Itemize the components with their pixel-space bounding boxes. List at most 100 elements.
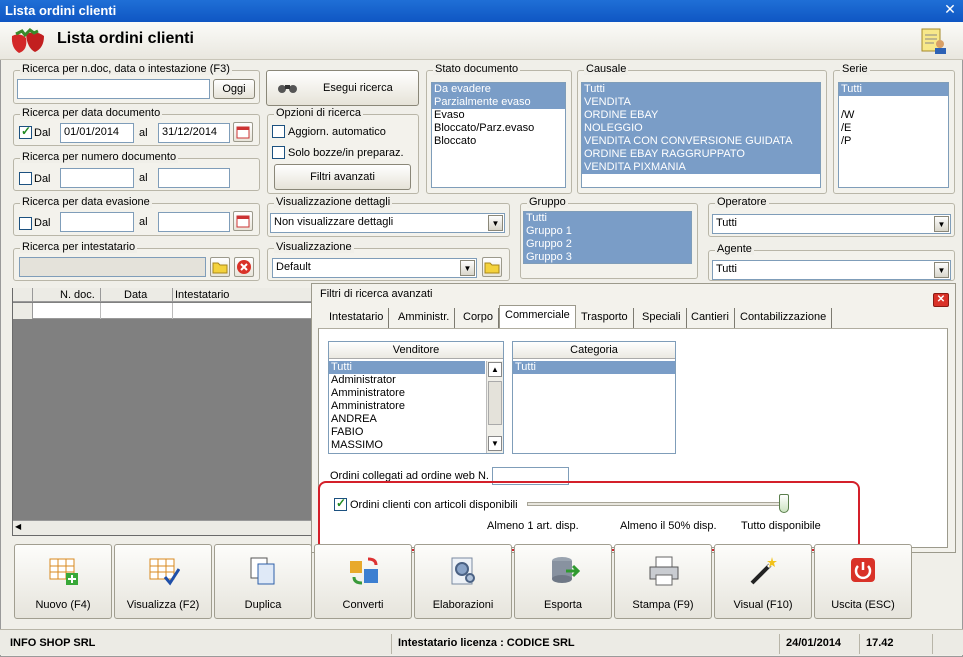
list-item[interactable]: Gruppo 3	[524, 251, 691, 263]
list-item[interactable]: Da evadere	[432, 83, 565, 96]
list-item[interactable]: Tutti	[524, 212, 691, 225]
tab-intestatario[interactable]: Intestatario	[324, 308, 390, 328]
close-panel-icon[interactable]: ✕	[933, 293, 949, 307]
list-item[interactable]: Tutti	[329, 361, 485, 374]
export-button[interactable]: Esporta	[514, 544, 612, 619]
execute-search-button[interactable]: Esegui ricerca	[266, 70, 419, 106]
num-doc-to-input[interactable]	[158, 168, 230, 188]
tab-corpo[interactable]: Corpo	[458, 308, 499, 328]
operatore-select[interactable]: Tutti ▼	[712, 214, 951, 234]
list-item[interactable]: Tutti	[839, 83, 948, 96]
chevron-down-icon[interactable]: ▼	[460, 260, 475, 276]
list-item[interactable]: /E	[839, 122, 948, 135]
num-doc-from-input[interactable]	[60, 168, 134, 188]
column-header[interactable]: N. doc.	[60, 289, 95, 301]
table-row[interactable]	[13, 303, 312, 319]
available-items-checkbox[interactable]	[334, 496, 347, 511]
column-header[interactable]: Intestatario	[175, 289, 229, 301]
stato-documento-list[interactable]: Da evadere Parzialmente evaso Evaso Bloc…	[431, 82, 566, 188]
list-item[interactable]: Tutti	[582, 83, 820, 96]
list-item[interactable]: VENDITA	[582, 96, 820, 109]
date-doc-from-input[interactable]: 01/01/2014	[60, 123, 134, 143]
convert-button[interactable]: Converti	[314, 544, 412, 619]
list-item[interactable]: /P	[839, 135, 948, 148]
column-header[interactable]: Data	[124, 289, 147, 301]
window-close-icon[interactable]: ✕	[943, 2, 957, 16]
list-item[interactable]: Administrator	[329, 374, 485, 387]
list-item[interactable]: Amministratore	[329, 400, 485, 413]
tab-contabilizzazione[interactable]: Contabilizzazione	[735, 308, 833, 328]
agente-select[interactable]: Tutti ▼	[712, 260, 951, 280]
view-details-select[interactable]: Non visualizzare dettagli ▼	[270, 213, 505, 233]
scroll-down-icon[interactable]: ▼	[488, 436, 502, 451]
list-item[interactable]: ORDINE EBAY	[582, 109, 820, 122]
date-evasione-from-input[interactable]	[60, 212, 134, 232]
advanced-filters-button[interactable]: Filtri avanzati	[274, 164, 411, 190]
chevron-down-icon[interactable]: ▼	[488, 215, 503, 231]
search-ndoc-input[interactable]	[17, 79, 210, 99]
grid-scrollbar[interactable]: ◀	[13, 520, 312, 535]
availability-slider-track[interactable]	[527, 502, 789, 506]
causale-list[interactable]: Tutti VENDITA ORDINE EBAY NOLEGGIO VENDI…	[581, 82, 821, 188]
date-doc-checkbox[interactable]	[19, 124, 32, 139]
user-list-icon[interactable]	[920, 27, 948, 55]
tab-speciali[interactable]: Speciali	[637, 308, 687, 328]
chevron-down-icon[interactable]: ▼	[934, 262, 949, 278]
tab-commerciale[interactable]: Commerciale	[499, 305, 576, 329]
list-item[interactable]: ANDREA	[329, 413, 485, 426]
view-button[interactable]: Visualizza (F2)	[114, 544, 212, 619]
view-select[interactable]: Default ▼	[272, 258, 477, 278]
visual-button[interactable]: Visual (F10)	[714, 544, 812, 619]
intestatario-input[interactable]	[19, 257, 206, 277]
tab-cantieri[interactable]: Cantieri	[686, 308, 735, 328]
list-item[interactable]	[839, 96, 948, 109]
exit-button[interactable]: Uscita (ESC)	[814, 544, 912, 619]
list-item[interactable]: NOLEGGIO	[582, 122, 820, 135]
resize-grip-icon[interactable]	[932, 634, 960, 654]
auto-update-checkbox[interactable]	[272, 125, 285, 138]
list-item[interactable]: VENDITA CON CONVERSIONE GUIDATA	[582, 135, 820, 148]
new-button[interactable]: Nuovo (F4)	[14, 544, 112, 619]
print-button[interactable]: Stampa (F9)	[614, 544, 712, 619]
categoria-items[interactable]: Tutti	[513, 361, 675, 379]
list-item[interactable]: Bloccato	[432, 135, 565, 148]
list-item[interactable]: Parzialmente evaso	[432, 96, 565, 109]
list-item[interactable]: ORDINE EBAY RAGGRUPPATO	[582, 148, 820, 161]
list-item[interactable]: /W	[839, 109, 948, 122]
list-item[interactable]: Gruppo 1	[524, 225, 691, 238]
tab-amministr[interactable]: Amministr.	[393, 308, 456, 328]
list-item[interactable]: MASSIMO	[329, 439, 485, 452]
view-folder-icon[interactable]	[482, 257, 502, 277]
list-item[interactable]: Tutti	[513, 361, 675, 374]
scroll-thumb[interactable]	[488, 381, 502, 425]
serie-list[interactable]: Tutti /W /E /P	[838, 82, 949, 188]
list-item[interactable]: Evaso	[432, 109, 565, 122]
calendar-evasione-icon[interactable]	[233, 211, 253, 231]
num-doc-checkbox[interactable]	[19, 172, 32, 185]
today-button[interactable]: Oggi	[213, 79, 255, 99]
venditore-items[interactable]: Tutti Administrator Amministratore Ammin…	[329, 361, 485, 453]
list-item[interactable]: VENDITA PIXMANIA	[582, 161, 820, 174]
scroll-up-icon[interactable]: ▲	[488, 362, 502, 377]
scroll-left-icon[interactable]: ◀	[15, 522, 21, 531]
calendar-icon[interactable]	[233, 122, 253, 142]
duplicate-button[interactable]: Duplica	[214, 544, 312, 619]
list-item[interactable]: FABIO	[329, 426, 485, 439]
list-item[interactable]: Amministratore	[329, 387, 485, 400]
date-doc-to-input[interactable]: 31/12/2014	[158, 123, 230, 143]
orders-grid[interactable]	[12, 288, 312, 536]
chevron-down-icon[interactable]: ▼	[934, 216, 949, 232]
gruppo-list[interactable]: Tutti Gruppo 1 Gruppo 2 Gruppo 3	[523, 211, 692, 264]
agente-label: Agente	[715, 243, 754, 255]
date-evasione-to-input[interactable]	[158, 212, 230, 232]
folder-icon[interactable]	[210, 257, 230, 277]
clear-icon[interactable]	[234, 257, 254, 277]
list-item[interactable]: Bloccato/Parz.evaso	[432, 122, 565, 135]
drafts-only-checkbox[interactable]	[272, 146, 285, 159]
processing-button[interactable]: Elaborazioni	[414, 544, 512, 619]
list-item[interactable]: Gruppo 2	[524, 238, 691, 251]
tab-trasporto[interactable]: Trasporto	[576, 308, 634, 328]
date-evasione-checkbox[interactable]	[19, 217, 32, 230]
availability-slider-thumb[interactable]	[779, 494, 789, 513]
venditore-scrollbar[interactable]: ▲ ▼	[486, 361, 503, 453]
